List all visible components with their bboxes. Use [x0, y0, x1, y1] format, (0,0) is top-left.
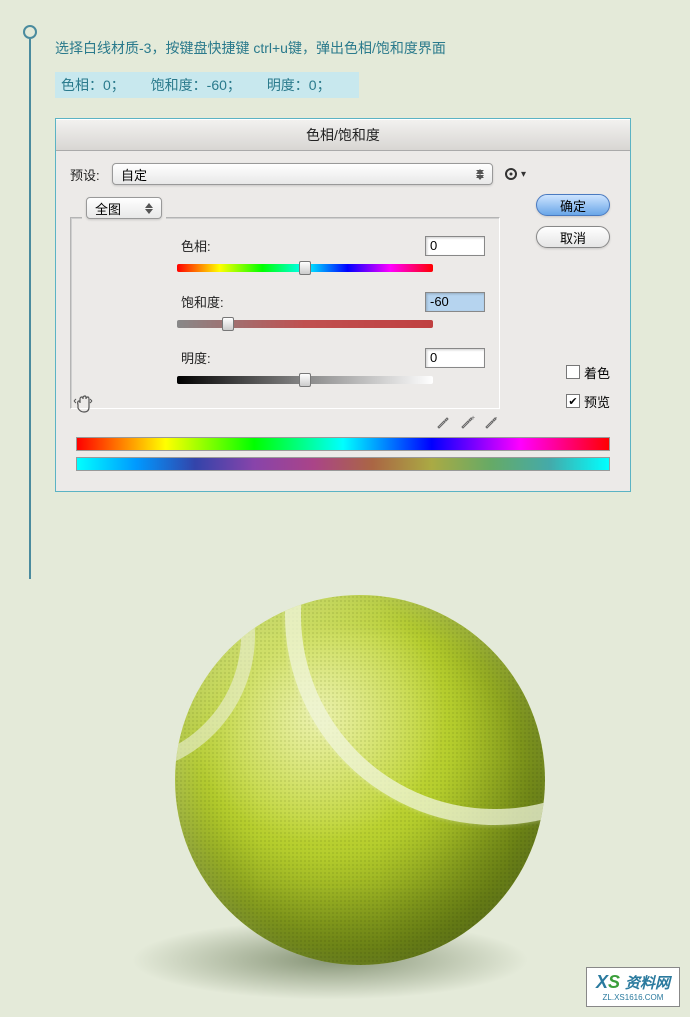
sliders-panel: 色相: 饱和度: [70, 217, 500, 409]
hue-label: 色相: [181, 236, 251, 255]
gear-icon[interactable]: ▾ [503, 166, 526, 182]
colorize-checkbox[interactable] [566, 365, 580, 379]
spectrum-after [76, 457, 610, 471]
rail-marker [23, 25, 37, 39]
saturation-input[interactable] [425, 292, 485, 312]
colorize-label: 着色 [584, 363, 610, 382]
parameter-highlight: 色相：0； 饱和度：-60； 明度：0； [55, 72, 359, 98]
preview-checkbox[interactable]: ✔ [566, 394, 580, 408]
watermark-x: X [596, 972, 608, 992]
eyedropper-subtract-icon[interactable]: - [482, 413, 500, 431]
tennis-ball-preview [0, 560, 690, 1010]
hue-input[interactable] [425, 236, 485, 256]
eyedropper-icon[interactable] [434, 413, 452, 431]
ball-seam-2 [175, 595, 294, 814]
hue-saturation-dialog: 色相/饱和度 预设: 自定 ▾ 确定 取消 [55, 118, 631, 492]
rail-line [29, 39, 31, 579]
scope-value: 全图 [95, 199, 121, 218]
instruction-text: 选择白线材质-3，按键盘快捷键 ctrl+u键，弹出色相/饱和度界面 [55, 38, 690, 58]
preset-label: 预设: [70, 165, 106, 184]
lightness-label: 明度: [181, 348, 251, 367]
lightness-slider[interactable] [177, 374, 433, 386]
hue-thumb[interactable] [299, 261, 311, 275]
watermark-s: S [608, 972, 620, 992]
dialog-title: 色相/饱和度 [56, 119, 630, 151]
preset-dropdown[interactable]: 自定 [112, 163, 493, 185]
saturation-gradient [177, 320, 433, 328]
watermark-brand: 资料网 [625, 975, 670, 992]
watermark: XS 资料网 ZL.XS1616.COM [586, 967, 680, 1007]
saturation-slider[interactable] [177, 318, 433, 330]
spectrum-before [76, 437, 610, 451]
eyedropper-add-icon[interactable]: + [458, 413, 476, 431]
preset-value: 自定 [121, 165, 147, 184]
highlight-sat: 饱和度：-60； [151, 77, 241, 93]
svg-text:-: - [495, 415, 498, 422]
preview-label: 预览 [584, 392, 610, 411]
watermark-url: ZL.XS1616.COM [603, 993, 664, 1002]
hue-slider[interactable] [177, 262, 433, 274]
saturation-thumb[interactable] [222, 317, 234, 331]
scope-dropdown[interactable]: 全图 [86, 197, 162, 219]
lightness-input[interactable] [425, 348, 485, 368]
highlight-hue: 色相：0； [61, 77, 125, 93]
lightness-thumb[interactable] [299, 373, 311, 387]
hand-tool-icon[interactable] [70, 391, 98, 417]
tennis-ball [175, 595, 545, 965]
ball-seam-1 [230, 595, 545, 880]
spectrum-area [76, 437, 610, 471]
highlight-light: 明度：0； [267, 77, 331, 93]
svg-text:+: + [471, 415, 475, 422]
saturation-label: 饱和度: [181, 292, 251, 311]
